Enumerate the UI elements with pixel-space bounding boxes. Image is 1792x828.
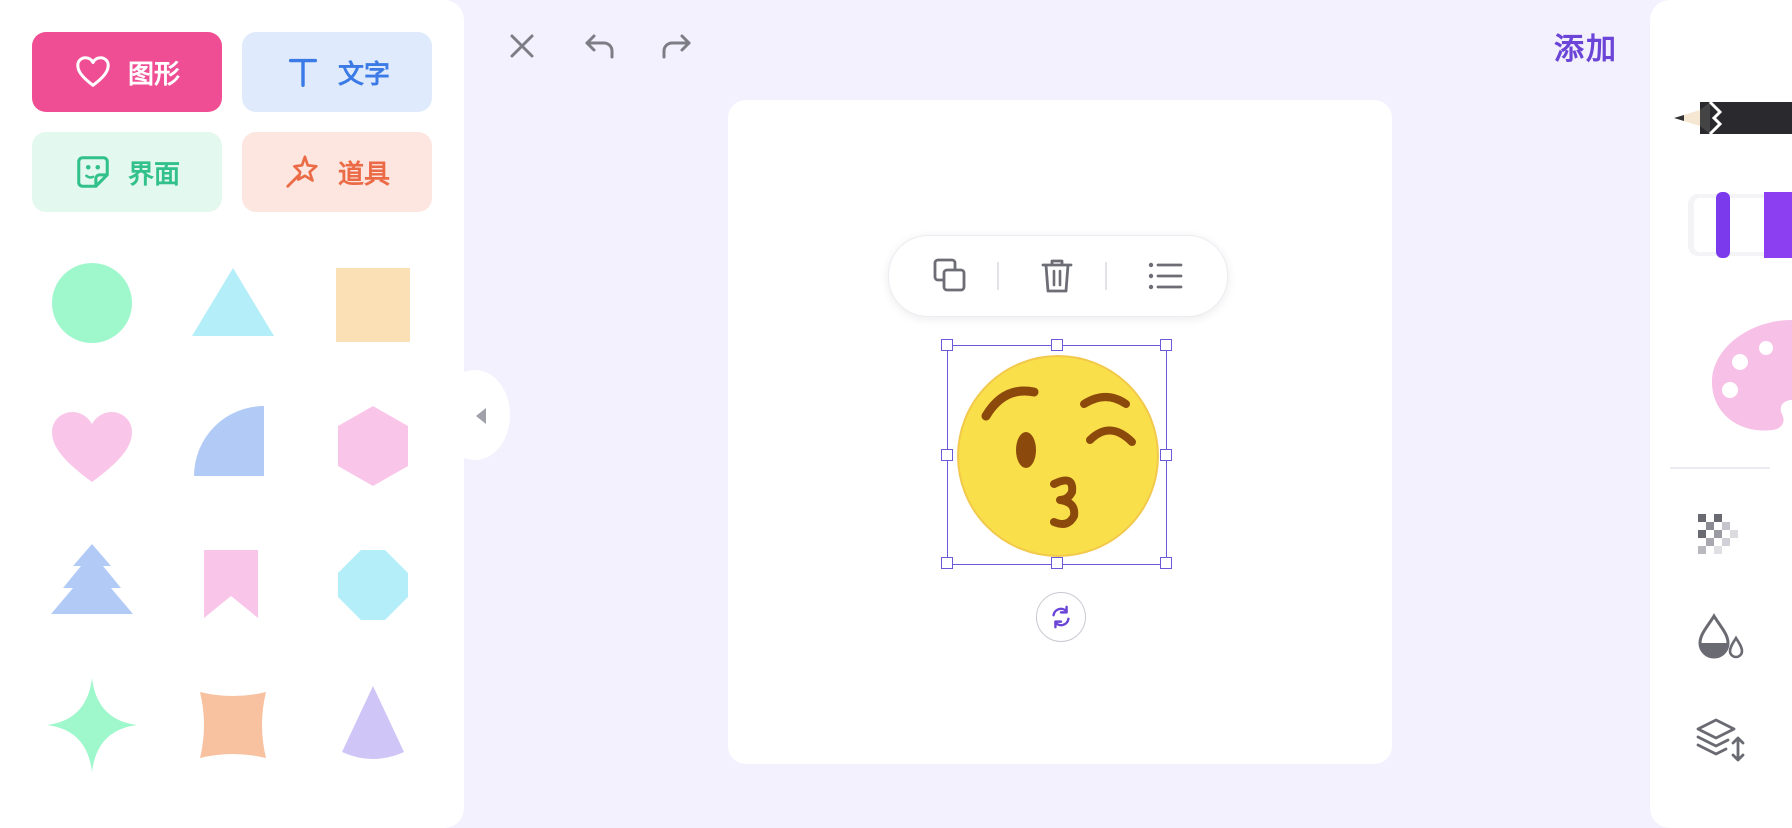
resize-handle-top[interactable]	[1051, 339, 1063, 351]
palette-icon	[1712, 320, 1792, 431]
element-context-toolbar	[888, 235, 1228, 317]
sticker-icon	[77, 156, 109, 188]
marker-icon	[1688, 192, 1792, 258]
category-text-label: 文字	[337, 59, 390, 90]
shape-quarter-circle[interactable]	[178, 390, 288, 500]
toolbar-separator	[997, 262, 999, 290]
shape-tree[interactable]	[37, 530, 147, 640]
layers-order-icon	[1696, 718, 1745, 762]
layer-list-icon[interactable]	[1143, 254, 1187, 298]
pencil-tool[interactable]	[1670, 90, 1792, 150]
redo-icon[interactable]	[654, 24, 698, 68]
category-ui-label: 界面	[127, 159, 180, 190]
shape-bookmark[interactable]	[178, 530, 288, 640]
copy-icon[interactable]	[927, 254, 971, 298]
transparency-tool[interactable]	[1696, 510, 1740, 558]
layer-order-tool[interactable]	[1696, 716, 1746, 768]
toolbar-separator	[1105, 262, 1107, 290]
kissing-wink-emoji[interactable]	[956, 354, 1160, 558]
shape-heart[interactable]	[37, 390, 147, 500]
trash-icon[interactable]	[1035, 254, 1079, 298]
shape-octagon[interactable]	[318, 530, 428, 640]
resize-handle-left[interactable]	[941, 449, 953, 461]
fill-tool[interactable]	[1696, 612, 1744, 664]
shape-hexagon[interactable]	[318, 390, 428, 500]
category-shape-button[interactable]: 图形	[32, 32, 222, 112]
fill-icon	[1698, 613, 1744, 659]
shape-cone[interactable]	[318, 670, 428, 780]
shape-circle[interactable]	[37, 248, 147, 358]
category-shape-label: 图形	[127, 59, 180, 90]
category-prop-button[interactable]: 道具	[242, 132, 432, 212]
resize-handle-top-left[interactable]	[941, 339, 953, 351]
resize-handle-top-right[interactable]	[1160, 339, 1172, 351]
collapse-panel-tab[interactable]	[440, 370, 510, 460]
resize-handle-right[interactable]	[1160, 449, 1172, 461]
undo-icon[interactable]	[578, 24, 622, 68]
shape-square[interactable]	[318, 248, 428, 358]
magic-wand-star-icon	[286, 155, 318, 188]
category-prop-label: 道具	[337, 159, 390, 190]
palette-tool[interactable]	[1710, 318, 1792, 442]
shape-four-point-star[interactable]	[37, 670, 147, 780]
resize-handle-bottom-right[interactable]	[1160, 557, 1172, 569]
rotate-button[interactable]	[1036, 592, 1086, 642]
resize-handle-bottom-left[interactable]	[941, 557, 953, 569]
shape-triangle[interactable]	[178, 248, 288, 358]
add-button[interactable]: 添加	[1554, 24, 1618, 68]
resize-handle-bottom[interactable]	[1051, 557, 1063, 569]
category-text-button[interactable]: 文字	[242, 32, 432, 112]
pencil-icon	[1674, 100, 1792, 136]
shape-concave-square[interactable]	[178, 670, 288, 780]
marker-tool[interactable]	[1686, 186, 1792, 266]
close-icon[interactable]	[500, 24, 544, 68]
heart-outline-icon	[76, 56, 110, 87]
transparency-icon	[1698, 514, 1738, 554]
collapse-arrow-icon	[476, 408, 486, 424]
tool-panel-divider	[1670, 467, 1770, 469]
category-ui-button[interactable]: 界面	[32, 132, 222, 212]
rotate-icon	[1052, 605, 1070, 629]
text-t-icon	[288, 58, 318, 88]
